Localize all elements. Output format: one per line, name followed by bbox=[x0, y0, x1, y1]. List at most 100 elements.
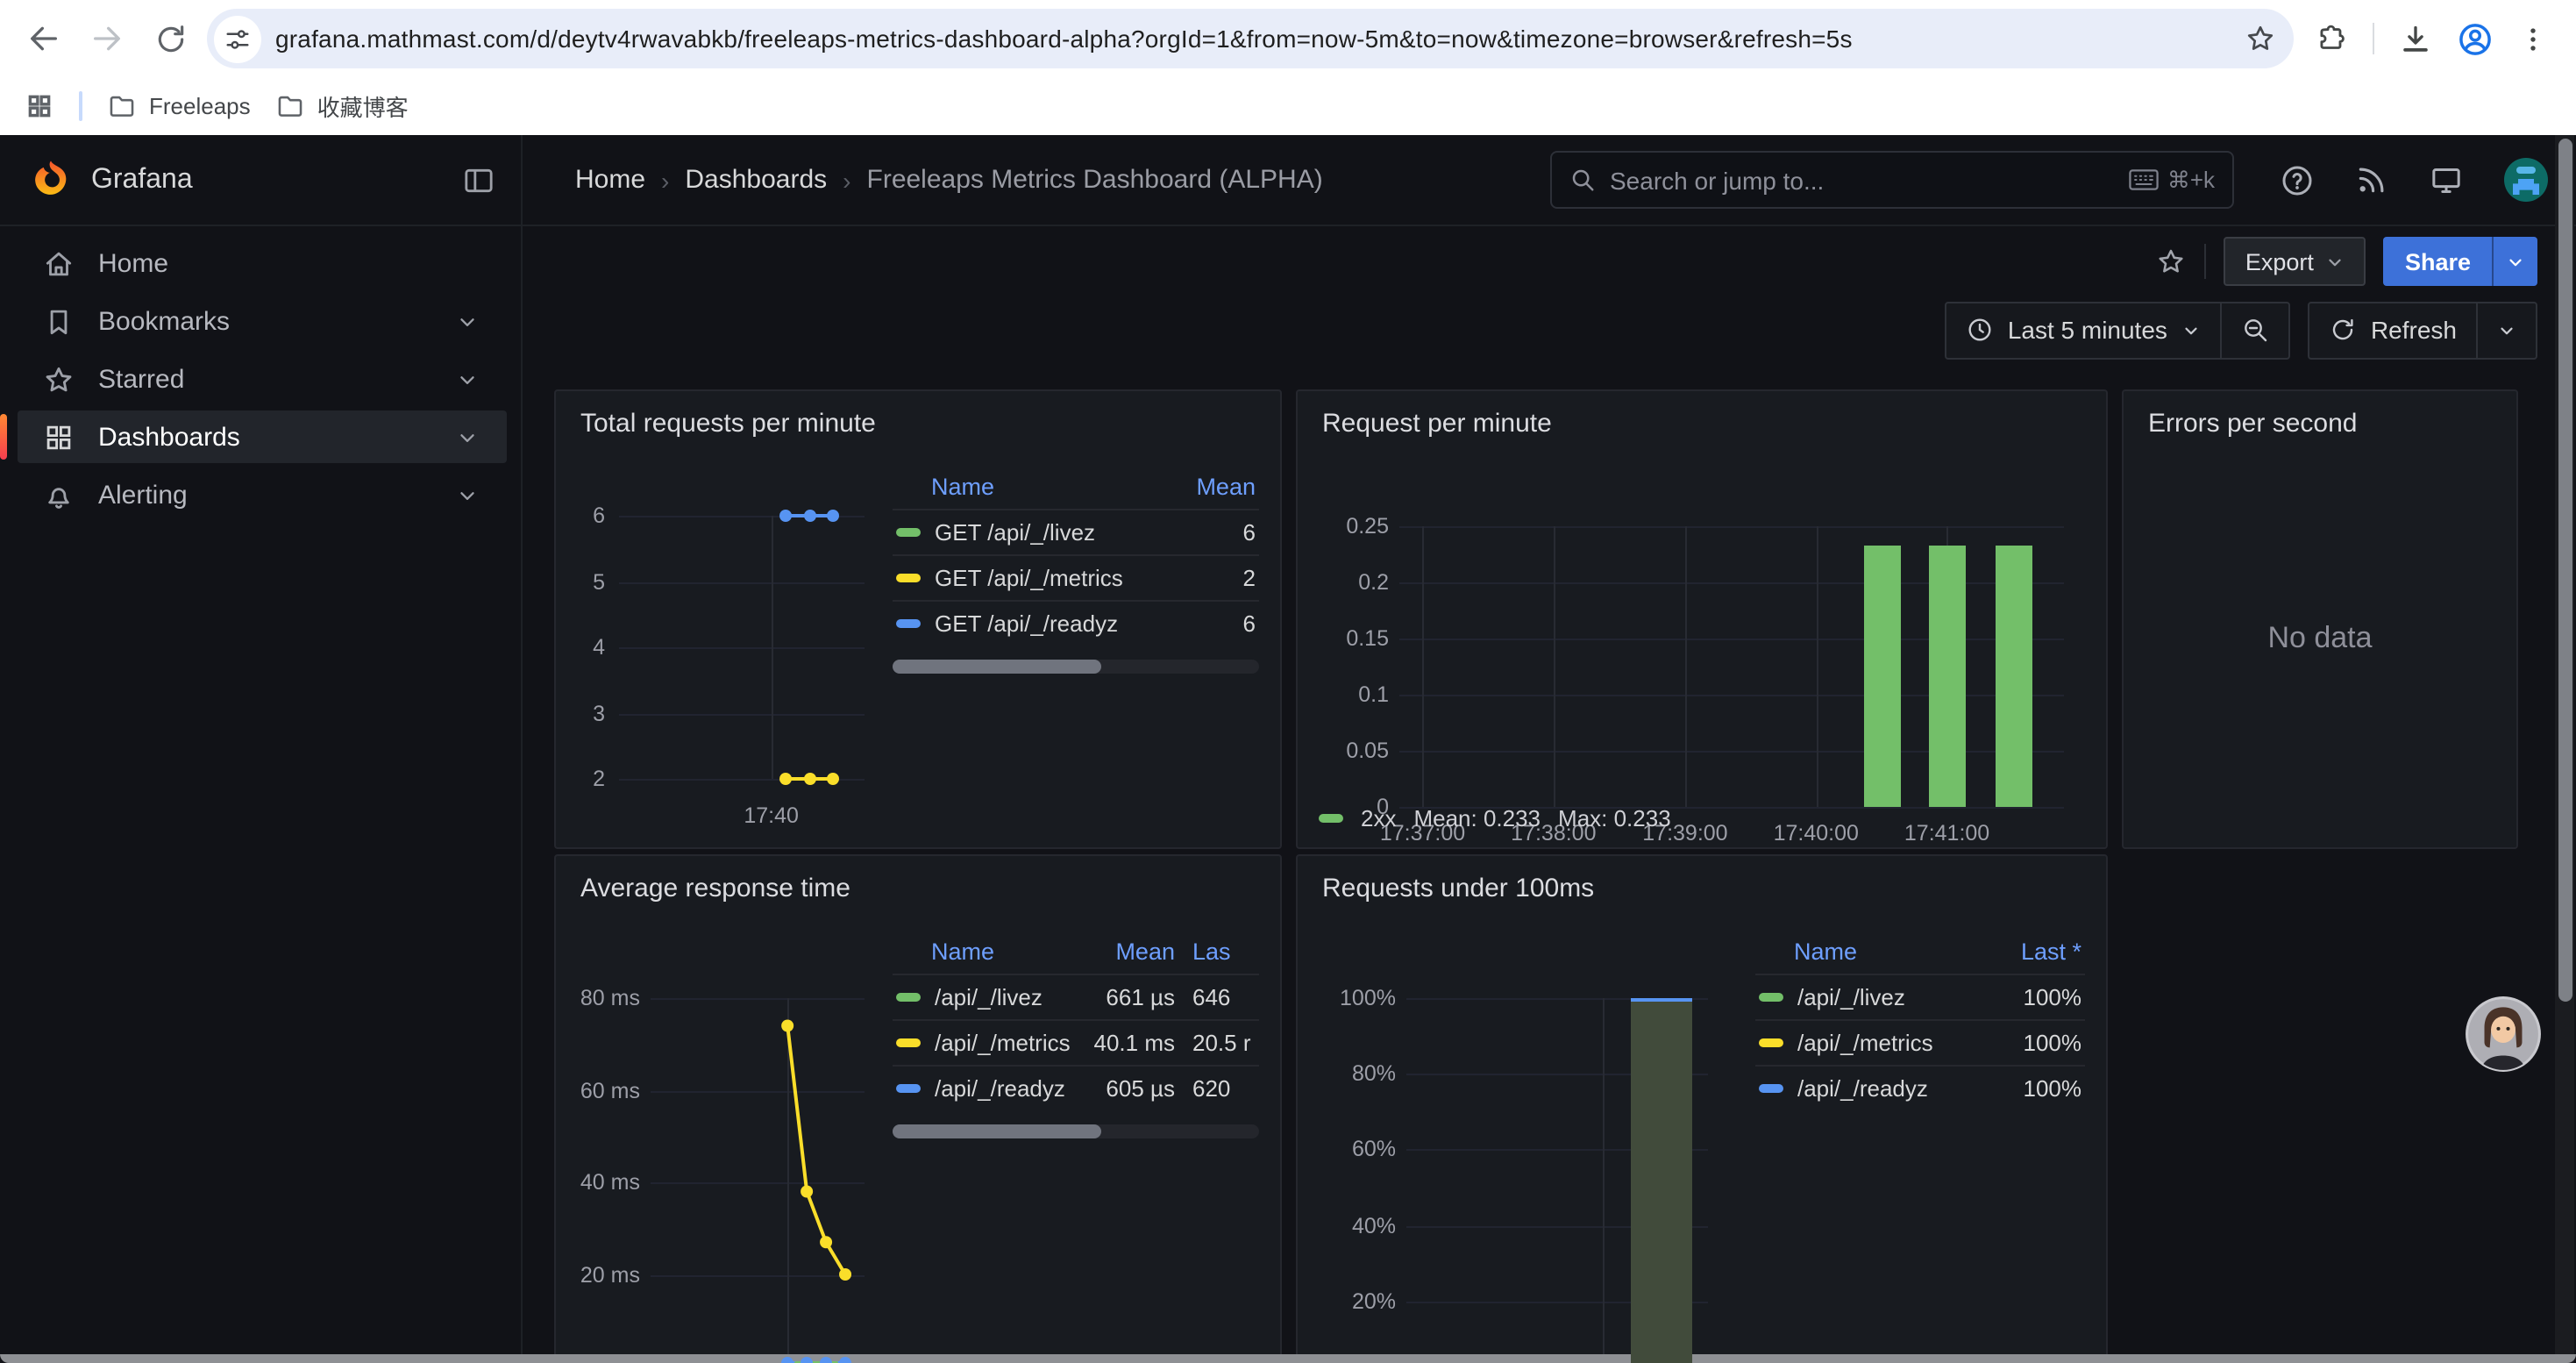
chart-legend[interactable]: 2xx Mean: 0.233 Max: 0.233 bbox=[1319, 805, 1671, 831]
column-header-mean[interactable]: Mean bbox=[1182, 474, 1256, 500]
grafana-logo[interactable] bbox=[28, 157, 74, 203]
refresh-group: Refresh bbox=[2308, 301, 2537, 359]
bookmark-folder-blogs[interactable]: 收藏博客 bbox=[275, 89, 409, 123]
series-name[interactable]: /api/_/livez bbox=[935, 984, 1073, 1010]
panel-title[interactable]: Average response time bbox=[577, 870, 1259, 910]
url-text[interactable]: grafana.mathmast.com/d/deytv4rwavabkb/fr… bbox=[275, 25, 2231, 53]
sidebar-item-dashboards[interactable]: Dashboards bbox=[18, 410, 507, 463]
dock-menu-icon[interactable] bbox=[461, 162, 496, 197]
series-name[interactable]: /api/_/metrics bbox=[935, 1030, 1073, 1056]
breadcrumb-home[interactable]: Home bbox=[575, 165, 645, 195]
profile-icon[interactable] bbox=[2457, 20, 2494, 57]
legend-table-row[interactable]: /api/_/metrics100% bbox=[1755, 1019, 2085, 1065]
y-axis-tick-label: 5 bbox=[593, 569, 605, 594]
bookmark-folder-freeleaps[interactable]: Freeleaps bbox=[107, 91, 251, 121]
series-name[interactable]: /api/_/livez bbox=[1797, 984, 1980, 1010]
column-header-last[interactable]: Las bbox=[1175, 938, 1256, 965]
column-header-name[interactable]: Name bbox=[931, 474, 1182, 500]
export-button[interactable]: Export bbox=[2224, 237, 2366, 286]
table-horizontal-scrollbar[interactable] bbox=[893, 660, 1259, 674]
time-range-picker[interactable]: Last 5 minutes bbox=[1946, 303, 2220, 357]
panel-average-response-time[interactable]: Average response time 80 ms60 ms40 ms20 … bbox=[554, 854, 1282, 1363]
plot-area[interactable] bbox=[651, 998, 865, 1363]
series-name[interactable]: /api/_/readyz bbox=[1797, 1075, 1980, 1102]
legend-table-row[interactable]: GET /api/_/livez6 bbox=[893, 509, 1259, 554]
bookmark-star-icon[interactable] bbox=[2245, 23, 2276, 54]
search-input[interactable]: Search or jump to... ⌘+k bbox=[1550, 151, 2234, 209]
apps-grid-icon[interactable] bbox=[25, 91, 54, 121]
plot-area[interactable] bbox=[1399, 526, 2064, 807]
series-name[interactable]: /api/_/readyz bbox=[935, 1075, 1073, 1102]
series-point bbox=[779, 510, 792, 522]
favorite-star-icon[interactable] bbox=[2156, 246, 2188, 277]
y-axis-tick-label: 20 ms bbox=[580, 1262, 640, 1287]
share-button[interactable]: Share bbox=[2384, 237, 2492, 286]
chevron-down-icon[interactable] bbox=[456, 310, 479, 332]
plot-area[interactable] bbox=[1406, 998, 1708, 1363]
gridline bbox=[1603, 998, 1605, 1363]
panel-title[interactable]: Request per minute bbox=[1319, 405, 2085, 446]
assistant-avatar[interactable] bbox=[2464, 995, 2543, 1074]
downloads-icon[interactable] bbox=[2399, 22, 2432, 55]
table-horizontal-scrollbar[interactable] bbox=[893, 1124, 1259, 1138]
legend-table-row[interactable]: /api/_/readyz100% bbox=[1755, 1065, 2085, 1110]
refresh-label: Refresh bbox=[2371, 316, 2457, 344]
back-button[interactable] bbox=[18, 12, 70, 65]
site-settings-icon[interactable] bbox=[214, 15, 261, 62]
legend-table-row[interactable]: /api/_/readyz605 µs620 bbox=[893, 1065, 1259, 1110]
column-header-name[interactable]: Name bbox=[931, 938, 1073, 965]
share-menu-arrow[interactable] bbox=[2492, 237, 2537, 286]
screen: grafana.mathmast.com/d/deytv4rwavabkb/fr… bbox=[0, 0, 2576, 1363]
column-header-mean[interactable]: Mean bbox=[1073, 938, 1175, 965]
reload-button[interactable] bbox=[144, 12, 196, 65]
page-vertical-scrollbar[interactable] bbox=[2555, 135, 2574, 1363]
sidebar-item-home[interactable]: Home bbox=[0, 237, 507, 289]
legend-series-label: 2xx bbox=[1361, 805, 1396, 831]
chevron-down-icon[interactable] bbox=[456, 425, 479, 448]
panel-request-per-minute[interactable]: Request per minute 0.250.20.150.10.050 1… bbox=[1296, 389, 2108, 849]
page-horizontal-scrollbar[interactable] bbox=[0, 1354, 2576, 1363]
panel-title[interactable]: Errors per second bbox=[2145, 405, 2495, 446]
help-icon[interactable] bbox=[2280, 162, 2315, 197]
gridline bbox=[619, 647, 865, 649]
sidebar-item-bookmarks[interactable]: Bookmarks bbox=[0, 295, 507, 347]
series-name[interactable]: GET /api/_/livez bbox=[935, 519, 1182, 546]
y-axis: 0.250.20.150.10.050 bbox=[1319, 514, 1389, 819]
tv-kiosk-icon[interactable] bbox=[2429, 162, 2464, 197]
series-color-swatch bbox=[896, 528, 921, 537]
panel-requests-under-100ms[interactable]: Requests under 100ms 100%80%60%40%20%0% … bbox=[1296, 854, 2108, 1363]
refresh-interval-dropdown[interactable] bbox=[2476, 303, 2536, 357]
extensions-icon[interactable] bbox=[2315, 22, 2348, 55]
series-name[interactable]: /api/_/metrics bbox=[1797, 1030, 1980, 1056]
sidebar-item-starred[interactable]: Starred bbox=[0, 353, 507, 405]
chevron-down-icon[interactable] bbox=[456, 368, 479, 390]
column-header-last[interactable]: Last * bbox=[1980, 938, 2081, 965]
address-bar[interactable]: grafana.mathmast.com/d/deytv4rwavabkb/fr… bbox=[207, 9, 2294, 68]
breadcrumb-dashboards[interactable]: Dashboards bbox=[685, 165, 827, 195]
legend-table-row[interactable]: /api/_/livez100% bbox=[1755, 974, 2085, 1019]
plot-area[interactable] bbox=[619, 516, 865, 779]
series-name[interactable]: GET /api/_/metrics bbox=[935, 565, 1182, 591]
user-avatar[interactable] bbox=[2504, 158, 2548, 202]
sidebar-item-alerting[interactable]: Alerting bbox=[0, 468, 507, 521]
series-color-swatch bbox=[1759, 1084, 1783, 1093]
panel-total-requests-per-minute[interactable]: Total requests per minute 65432 17:40 Na… bbox=[554, 389, 1282, 849]
legend-table-row[interactable]: GET /api/_/readyz6 bbox=[893, 600, 1259, 646]
panel-errors-per-second[interactable]: Errors per second No data bbox=[2122, 389, 2518, 849]
legend-table-row[interactable]: /api/_/livez661 µs646 bbox=[893, 974, 1259, 1019]
news-rss-icon[interactable] bbox=[2355, 163, 2388, 196]
legend-table-row[interactable]: GET /api/_/metrics2 bbox=[893, 554, 1259, 600]
zoom-out-button[interactable] bbox=[2220, 303, 2288, 357]
forward-button[interactable] bbox=[81, 12, 133, 65]
column-header-name[interactable]: Name bbox=[1794, 938, 1980, 965]
series-point bbox=[801, 1357, 813, 1363]
menu-kebab-icon[interactable] bbox=[2518, 24, 2548, 54]
panel-title[interactable]: Requests under 100ms bbox=[1319, 870, 2085, 910]
panel-title[interactable]: Total requests per minute bbox=[577, 405, 1259, 446]
series-value: 646 bbox=[1175, 984, 1256, 1010]
series-name[interactable]: GET /api/_/readyz bbox=[935, 610, 1182, 637]
chevron-down-icon[interactable] bbox=[456, 483, 479, 506]
refresh-button[interactable]: Refresh bbox=[2309, 303, 2476, 357]
scrollbar-thumb[interactable] bbox=[2558, 139, 2572, 1002]
legend-table-row[interactable]: /api/_/metrics40.1 ms20.5 r bbox=[893, 1019, 1259, 1065]
